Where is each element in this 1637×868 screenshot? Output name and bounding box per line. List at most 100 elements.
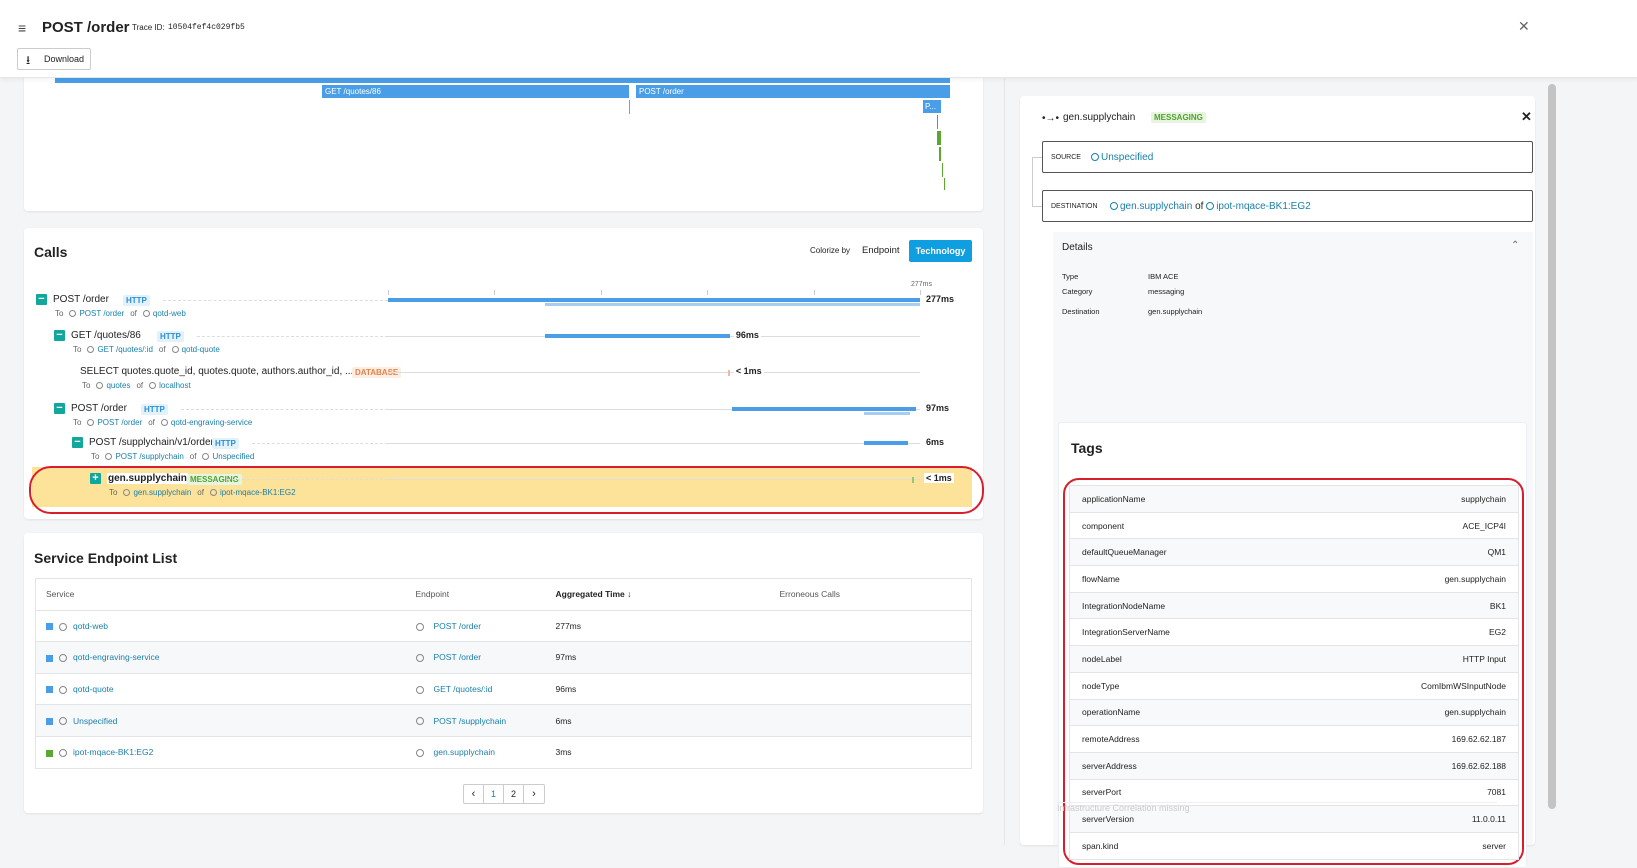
endpoint-icon bbox=[415, 685, 424, 694]
tag-key: operationName bbox=[1069, 699, 1297, 727]
tag-key: IntegrationNodeName bbox=[1069, 592, 1297, 620]
service-link[interactable]: Unspecified bbox=[73, 716, 117, 726]
call-row[interactable]: − POST /order HTTP To POST /order of qotd-web 2… bbox=[24, 294, 983, 324]
service-link[interactable]: qotd-web bbox=[153, 309, 186, 318]
span-bar[interactable] bbox=[864, 441, 909, 445]
timeline-bar[interactable]: GET /quotes/86 bbox=[322, 85, 629, 98]
table-row[interactable]: qotd-engraving-service POST /order 97ms bbox=[35, 641, 972, 674]
of-text: of bbox=[130, 309, 137, 318]
span-detail-card: •→• gen.supplychain MESSAGING ✕ SOURCE U… bbox=[1020, 96, 1535, 868]
col-endpoint[interactable]: Endpoint bbox=[405, 578, 546, 611]
page-2[interactable]: 2 bbox=[504, 785, 524, 803]
call-row[interactable]: − POST /supplychain/v1/order HTTP To POST /s… bbox=[24, 437, 983, 467]
toggle-collapse-icon[interactable]: − bbox=[72, 437, 83, 448]
next-page-icon[interactable]: › bbox=[524, 785, 544, 803]
destination-service-link[interactable]: ipot-mqace-BK1:EG2 bbox=[1216, 201, 1311, 212]
col-aggregated-time[interactable]: Aggregated Time ↓ bbox=[545, 578, 770, 611]
destination-endpoint-link[interactable]: gen.supplychain bbox=[1120, 201, 1192, 212]
tag-key: defaultQueueManager bbox=[1069, 538, 1297, 567]
span-title: gen.supplychain bbox=[1063, 112, 1136, 123]
toggle-collapse-icon[interactable]: − bbox=[54, 403, 65, 414]
span-bar[interactable] bbox=[388, 298, 920, 302]
tag-key: nodeLabel bbox=[1069, 645, 1297, 673]
call-name: POST /order bbox=[53, 294, 109, 305]
table-row[interactable]: Unspecified POST /supplychain 6ms bbox=[35, 704, 972, 737]
call-target: To GET /quotes/:id of qotd-quote bbox=[73, 345, 220, 354]
erroneous-cell bbox=[769, 704, 972, 737]
endpoint-link[interactable]: POST /order bbox=[79, 309, 124, 318]
service-link[interactable]: qotd-web bbox=[73, 621, 108, 631]
colorize-endpoint[interactable]: Endpoint bbox=[862, 245, 900, 256]
timeline-mark bbox=[939, 147, 941, 161]
tag-key: flowName bbox=[1069, 565, 1297, 593]
service-icon bbox=[59, 717, 67, 726]
tag-row: operationName gen.supplychain bbox=[1069, 699, 1519, 727]
endpoint-link[interactable]: gen.supplychain bbox=[133, 488, 191, 497]
endpoint-link[interactable]: POST /order bbox=[434, 621, 482, 631]
service-link[interactable]: ipot-mqace-BK1:EG2 bbox=[73, 747, 153, 757]
tech-badge: HTTP bbox=[212, 438, 239, 449]
details-title[interactable]: Details bbox=[1062, 242, 1093, 253]
endpoint-link[interactable]: POST /order bbox=[97, 418, 142, 427]
service-link[interactable]: qotd-quote bbox=[73, 684, 114, 694]
toggle-collapse-icon[interactable]: − bbox=[54, 330, 65, 341]
span-bar[interactable] bbox=[731, 407, 917, 411]
call-row[interactable]: SELECT quotes.quote_id, quotes.quote, au… bbox=[24, 366, 983, 396]
service-link[interactable]: ipot-mqace-BK1:EG2 bbox=[220, 488, 296, 497]
colorize-technology[interactable]: Technology bbox=[909, 240, 972, 262]
endpoint-link[interactable]: gen.supplychain bbox=[434, 747, 495, 757]
service-link[interactable]: qotd-engraving-service bbox=[73, 652, 159, 662]
tag-value: 11.0.0.11 bbox=[1296, 805, 1519, 833]
page-1[interactable]: 1 bbox=[484, 785, 504, 803]
row-track bbox=[388, 372, 920, 373]
endpoint-link[interactable]: POST /supplychain bbox=[115, 452, 183, 461]
source-link[interactable]: Unspecified bbox=[1091, 152, 1153, 163]
tag-value: 169.62.62.188 bbox=[1296, 752, 1519, 780]
endpoint-link[interactable]: GET /quotes/:id bbox=[434, 684, 493, 694]
tag-row: IntegrationServerName EG2 bbox=[1069, 618, 1519, 647]
service-link[interactable]: localhost bbox=[159, 381, 191, 390]
toggle-collapse-icon[interactable]: − bbox=[36, 294, 47, 305]
col-service[interactable]: Service bbox=[35, 578, 406, 611]
endpoint-link[interactable]: POST /supplychain bbox=[434, 716, 507, 726]
right-scrollbar[interactable] bbox=[1548, 84, 1556, 809]
service-link[interactable]: qotd-quote bbox=[182, 345, 220, 354]
duration: 277ms bbox=[924, 294, 957, 304]
prev-page-icon[interactable]: ‹ bbox=[464, 785, 484, 803]
call-row[interactable]: − GET /quotes/86 HTTP To GET /quotes/:id of qo… bbox=[24, 330, 983, 360]
tech-badge: MESSAGING bbox=[1151, 112, 1206, 123]
axis-tick bbox=[494, 290, 496, 295]
duration: < 1ms bbox=[924, 473, 954, 483]
span-bar[interactable] bbox=[545, 334, 730, 338]
tag-value: HTTP Input bbox=[1296, 645, 1519, 673]
table-row[interactable]: qotd-web POST /order 277ms bbox=[35, 610, 972, 643]
toggle-expand-icon[interactable]: + bbox=[90, 473, 101, 484]
service-link[interactable]: qotd-engraving-service bbox=[171, 418, 252, 427]
endpoint-link[interactable]: quotes bbox=[106, 381, 130, 390]
tag-row: flowName gen.supplychain bbox=[1069, 565, 1519, 593]
call-row[interactable]: − POST /order HTTP To POST /order of qotd-engr… bbox=[24, 403, 983, 433]
erroneous-cell bbox=[769, 641, 972, 674]
endpoint-link[interactable]: POST /order bbox=[434, 652, 482, 662]
span-bar[interactable] bbox=[727, 370, 730, 376]
timeline-bar[interactable]: P... bbox=[923, 100, 941, 113]
table-row[interactable]: qotd-quote GET /quotes/:id 96ms bbox=[35, 673, 972, 706]
timeline-bar[interactable]: POST /order bbox=[636, 85, 950, 98]
source-label: SOURCE bbox=[1051, 154, 1081, 161]
download-button[interactable]: ⭳ Download bbox=[17, 48, 91, 70]
service-link[interactable]: Unspecified bbox=[212, 452, 254, 461]
table-row[interactable]: ipot-mqace-BK1:EG2 gen.supplychain 3ms bbox=[35, 736, 972, 769]
of-text: of bbox=[136, 381, 144, 390]
call-target: To gen.supplychain of ipot-mqace-BK1:EG2 bbox=[109, 488, 296, 497]
of-text: of bbox=[148, 418, 155, 427]
trace-id: 10504fef4c029fb5 bbox=[168, 23, 245, 32]
col-erroneous-calls[interactable]: Erroneous Calls bbox=[769, 578, 972, 611]
call-row[interactable]: + gen.supplychain MESSAGING To gen.supplycha… bbox=[24, 473, 983, 503]
endpoint-link[interactable]: GET /quotes/:id bbox=[97, 345, 152, 354]
span-bar[interactable] bbox=[912, 477, 915, 483]
chevron-up-icon[interactable]: ⌃ bbox=[1511, 240, 1519, 251]
close-detail-icon[interactable]: ✕ bbox=[1521, 109, 1532, 125]
close-icon[interactable]: ✕ bbox=[1518, 18, 1530, 35]
timeline-root-bar[interactable] bbox=[55, 78, 950, 83]
color-swatch bbox=[46, 749, 53, 757]
